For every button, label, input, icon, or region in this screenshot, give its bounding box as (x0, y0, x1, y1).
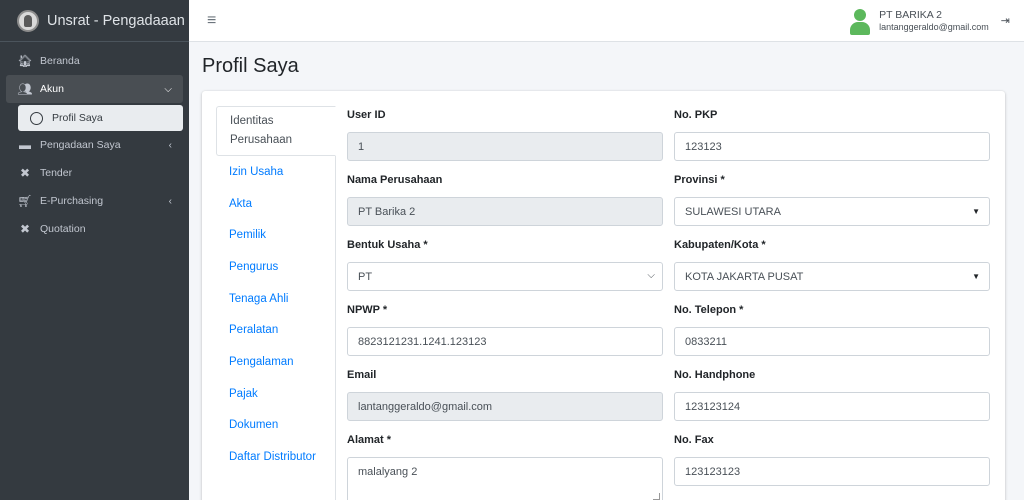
tab-dokumen[interactable]: Dokumen (216, 410, 335, 442)
provinsi-select[interactable]: SULAWESI UTARA ▼ (674, 197, 990, 226)
resize-handle-icon[interactable] (653, 493, 660, 500)
sidebar-item-tender[interactable]: ✖ Tender (0, 159, 189, 187)
chevron-left-icon: ‹ (168, 195, 172, 207)
tools-icon: ✖ (19, 166, 31, 180)
user-info: PT BARIKA 2 lantanggeraldo@gmail.com (879, 9, 989, 33)
chevron-down-icon: ⌵ (647, 270, 655, 281)
nama-perusahaan-input: PT Barika 2 (347, 197, 663, 226)
sidebar-item-quotation[interactable]: ✖ Quotation (0, 215, 189, 243)
nama-perusahaan-label: Nama Perusahaan (347, 174, 443, 186)
sidebar-item-label: Pengadaan Saya (40, 139, 121, 151)
user-name: PT BARIKA 2 (879, 9, 942, 21)
sidebar-item-label: Akun (40, 83, 64, 95)
kabupaten-kota-value: KOTA JAKARTA PUSAT (685, 270, 804, 283)
caret-down-icon: ▼ (972, 207, 980, 216)
provinsi-label: Provinsi * (674, 174, 725, 186)
sidebar-item-profil-saya[interactable]: Profil Saya (18, 105, 183, 131)
tab-akta[interactable]: Akta (216, 188, 335, 220)
field-email: Email lantanggeraldo@gmail.com (347, 369, 663, 421)
menu-toggle-icon[interactable]: ≡ (207, 12, 216, 30)
alamat-label: Alamat * (347, 434, 392, 446)
field-user-id: User ID 1 (347, 109, 663, 161)
alamat-textarea[interactable]: malalyang 2 (347, 457, 663, 500)
sidebar-item-akun[interactable]: 👥︎ Akun ⌵ (6, 75, 183, 103)
field-no-telepon: No. Telepon * 0833211 (674, 304, 990, 356)
sidebar-item-label: Quotation (40, 223, 86, 235)
profile-card: Identitas Perusahaan Izin Usaha Akta Pem… (202, 91, 1005, 500)
brand-title: Unsrat - Pengadaaan Ba (47, 12, 189, 29)
sidebar-item-label: Beranda (40, 55, 80, 67)
tab-izin-usaha[interactable]: Izin Usaha (216, 156, 335, 188)
unsrat-logo-icon (17, 9, 39, 32)
field-kabupaten-kota: Kabupaten/Kota * KOTA JAKARTA PUSAT ▼ (674, 239, 990, 291)
no-telepon-label: No. Telepon * (674, 304, 744, 316)
tab-pengalaman[interactable]: Pengalaman (216, 346, 335, 378)
alamat-value: malalyang 2 (358, 466, 418, 478)
tab-identitas-perusahaan[interactable]: Identitas Perusahaan (216, 106, 336, 156)
kabupaten-kota-select[interactable]: KOTA JAKARTA PUSAT ▼ (674, 262, 990, 291)
home-icon: 🏠︎ (17, 54, 33, 68)
field-nama-perusahaan: Nama Perusahaan PT Barika 2 (347, 174, 663, 226)
users-icon: 👥︎ (17, 82, 33, 96)
no-pkp-input[interactable]: 123123 (674, 132, 990, 161)
npwp-input[interactable]: 8823121231.1241.123123 (347, 327, 663, 356)
brand-link[interactable]: Unsrat - Pengadaaan Ba (0, 0, 189, 42)
field-provinsi: Provinsi * SULAWESI UTARA ▼ (674, 174, 990, 226)
user-menu[interactable]: PT BARIKA 2 lantanggeraldo@gmail.com ⇥ (850, 9, 1010, 35)
sidebar-item-label: Tender (40, 167, 73, 179)
tools-icon: ✖ (19, 222, 31, 236)
sidebar-item-label: E-Purchasing (40, 195, 104, 207)
no-fax-label: No. Fax (674, 434, 714, 446)
logout-icon[interactable]: ⇥ (1001, 14, 1010, 27)
cart-icon: 🛒︎ (17, 194, 33, 208)
user-id-label: User ID (347, 109, 386, 121)
kabupaten-kota-label: Kabupaten/Kota * (674, 239, 766, 251)
email-label: Email (347, 369, 377, 381)
profile-tabs: Identitas Perusahaan Izin Usaha Akta Pem… (216, 106, 336, 500)
tab-pengurus[interactable]: Pengurus (216, 251, 335, 283)
user-email: lantanggeraldo@gmail.com (879, 22, 989, 32)
caret-down-icon: ▼ (972, 272, 980, 281)
chevron-down-icon: ⌵ (164, 83, 172, 95)
field-no-handphone: No. Handphone 123123124 (674, 369, 990, 421)
no-handphone-label: No. Handphone (674, 369, 756, 381)
folder-icon: ▬ (19, 138, 31, 152)
circle-icon (30, 111, 43, 125)
field-npwp: NPWP * 8823121231.1241.123123 (347, 304, 663, 356)
page-title: Profil Saya (202, 55, 299, 77)
bentuk-usaha-label: Bentuk Usaha * (347, 239, 428, 251)
sidebar-item-e-purchasing[interactable]: 🛒︎ E-Purchasing ‹ (0, 187, 189, 215)
top-navbar: ≡ PT BARIKA 2 lantanggeraldo@gmail.com ⇥ (189, 0, 1024, 42)
tab-label: Identitas Perusahaan (230, 115, 293, 146)
npwp-label: NPWP * (347, 304, 388, 316)
no-pkp-label: No. PKP (674, 109, 718, 121)
sidebar: Unsrat - Pengadaaan Ba 🏠︎ Beranda 👥︎ Aku… (0, 0, 189, 500)
field-bentuk-usaha: Bentuk Usaha * PT ⌵ (347, 239, 663, 291)
tab-tenaga-ahli[interactable]: Tenaga Ahli (216, 283, 335, 315)
sidebar-nav: 🏠︎ Beranda 👥︎ Akun ⌵ Profil Saya ▬ Penga… (0, 42, 189, 243)
user-avatar-icon (850, 9, 871, 35)
field-no-pkp: No. PKP 123123 (674, 109, 990, 161)
bentuk-usaha-value: PT (358, 270, 373, 283)
sidebar-item-pengadaan-saya[interactable]: ▬ Pengadaan Saya ‹ (0, 131, 189, 159)
no-handphone-input[interactable]: 123123124 (674, 392, 990, 421)
no-telepon-input[interactable]: 0833211 (674, 327, 990, 356)
field-no-fax: No. Fax 123123123 (674, 434, 990, 486)
field-alamat: Alamat * malalyang 2 (347, 434, 663, 500)
tab-daftar-distributor[interactable]: Daftar Distributor (216, 441, 335, 473)
tab-pemilik[interactable]: Pemilik (216, 219, 335, 251)
bentuk-usaha-select[interactable]: PT ⌵ (347, 262, 663, 291)
sidebar-item-beranda[interactable]: 🏠︎ Beranda (0, 47, 189, 75)
sidebar-item-label: Profil Saya (52, 112, 103, 124)
tab-pajak[interactable]: Pajak (216, 378, 335, 410)
no-fax-input[interactable]: 123123123 (674, 457, 990, 486)
chevron-left-icon: ‹ (168, 139, 172, 151)
user-id-input: 1 (347, 132, 663, 161)
email-input: lantanggeraldo@gmail.com (347, 392, 663, 421)
tab-peralatan[interactable]: Peralatan (216, 314, 335, 346)
provinsi-value: SULAWESI UTARA (685, 205, 781, 218)
